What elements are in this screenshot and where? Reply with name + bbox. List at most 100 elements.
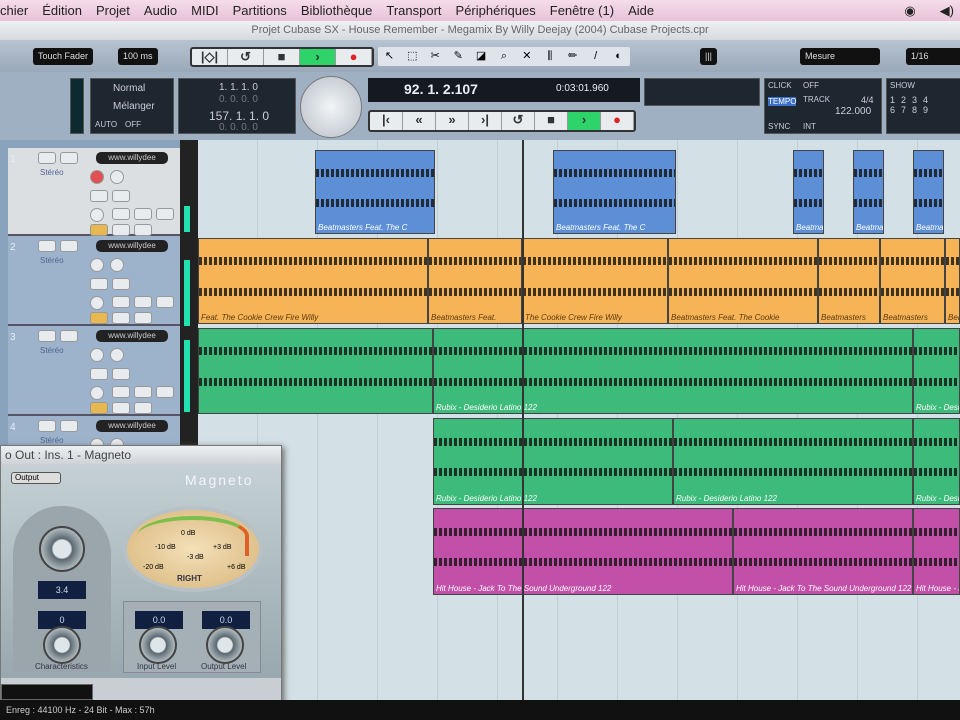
- audio-event[interactable]: Beatmasters Feat. The C: [315, 150, 435, 234]
- track-name[interactable]: www.willydee: [96, 420, 168, 432]
- input-level-knob[interactable]: [139, 626, 177, 664]
- audio-event[interactable]: The Cookie Crew Fire Willy: [522, 238, 668, 324]
- range-tool-icon[interactable]: ⬚: [401, 47, 424, 66]
- click-button[interactable]: CLICK: [768, 81, 792, 90]
- go-start-icon[interactable]: |‹: [370, 112, 403, 130]
- track-header[interactable]: 2 www.willydee Stéréo: [8, 236, 180, 326]
- wifi-icon[interactable]: ◉: [904, 3, 915, 19]
- track-header[interactable]: 1 www.willydee Stéréo: [8, 148, 180, 236]
- output-button[interactable]: Output: [11, 472, 61, 484]
- lock-icon[interactable]: [90, 312, 108, 324]
- drive-knob[interactable]: [39, 526, 85, 572]
- lanes-button[interactable]: [134, 402, 152, 414]
- stop-icon[interactable]: ■: [535, 112, 568, 130]
- inserts-button[interactable]: [112, 208, 130, 220]
- sends-button[interactable]: [156, 386, 174, 398]
- lanes-button[interactable]: [134, 312, 152, 324]
- cycle-mode[interactable]: Mélanger: [113, 101, 155, 112]
- eq-button[interactable]: [134, 386, 152, 398]
- arrange-window[interactable]: Beatmasters Feat. The C Beatmasters Feat.…: [198, 140, 960, 700]
- timewarp-tool-icon[interactable]: ⫼: [538, 47, 561, 66]
- sends-button[interactable]: [156, 296, 174, 308]
- audio-event[interactable]: Rubix - Desiderio Latino 122: [913, 418, 960, 505]
- plugin-preset-field[interactable]: [1, 684, 93, 700]
- mute-tool-icon[interactable]: ✕: [515, 47, 538, 66]
- menu-item[interactable]: Bibliothèque: [301, 3, 373, 18]
- play-tool-icon[interactable]: ◐: [607, 47, 630, 66]
- line-tool-icon[interactable]: /: [584, 47, 607, 66]
- jog-shuttle-wheel[interactable]: [300, 76, 362, 138]
- timebase-button[interactable]: [112, 402, 130, 414]
- playback-cursor[interactable]: [522, 140, 524, 700]
- track-name[interactable]: www.willydee: [96, 240, 168, 252]
- split-tool-icon[interactable]: ✂: [424, 47, 447, 66]
- eraser-tool-icon[interactable]: ◪: [470, 47, 493, 66]
- solo-button[interactable]: [60, 240, 78, 252]
- lock-icon[interactable]: [90, 224, 108, 236]
- read-automation-button[interactable]: [90, 278, 108, 290]
- read-automation-button[interactable]: [90, 190, 108, 202]
- stop-icon[interactable]: ■: [264, 49, 300, 65]
- grid-select[interactable]: Mesure: [800, 48, 880, 65]
- punch-icon[interactable]: |◇|: [192, 49, 228, 65]
- monitor-icon[interactable]: [110, 258, 124, 272]
- arrow-tool-icon[interactable]: ↖: [378, 47, 401, 66]
- audio-event[interactable]: Hit House - Jack To The Sound Undergroun…: [913, 508, 960, 595]
- cycle-icon[interactable]: ↺: [228, 49, 264, 65]
- timebase-button[interactable]: [112, 224, 130, 236]
- record-enable-icon[interactable]: [90, 258, 104, 272]
- plugin-title[interactable]: o Out : Ins. 1 - Magneto: [1, 446, 281, 464]
- read-automation-button[interactable]: [90, 368, 108, 380]
- menu-item[interactable]: Projet: [96, 3, 130, 18]
- audio-event[interactable]: Beatmasters Feat. The C: [913, 150, 944, 234]
- edit-channel-icon[interactable]: [90, 296, 104, 310]
- position-time[interactable]: 0:03:01.960: [556, 83, 609, 94]
- right-locator[interactable]: 157. 1. 1. 0: [209, 109, 269, 123]
- write-automation-button[interactable]: [112, 278, 130, 290]
- mute-button[interactable]: [38, 420, 56, 432]
- show-markers-button[interactable]: SHOW: [890, 81, 915, 90]
- audio-event[interactable]: Beatmasters Feat. The C: [853, 150, 884, 234]
- write-automation-button[interactable]: [112, 368, 130, 380]
- cycle-icon[interactable]: ↺: [502, 112, 535, 130]
- lock-icon[interactable]: [90, 402, 108, 414]
- menu-item[interactable]: Édition: [42, 3, 82, 18]
- mute-button[interactable]: [38, 152, 56, 164]
- menu-item[interactable]: Fenêtre (1): [550, 3, 614, 18]
- left-locator[interactable]: 1. 1. 1. 0: [219, 82, 258, 93]
- quantize-select[interactable]: 1/16: [906, 48, 960, 65]
- automation-mode-select[interactable]: Touch Fader: [33, 48, 94, 65]
- sends-button[interactable]: [156, 208, 174, 220]
- audio-event[interactable]: Rubix - Desiderio Latino 122: [433, 418, 673, 505]
- edit-channel-icon[interactable]: [90, 386, 104, 400]
- glue-tool-icon[interactable]: ✎: [447, 47, 470, 66]
- audio-event[interactable]: Feat. The Cookie Crew Fire Willy: [198, 238, 428, 324]
- menu-item[interactable]: Transport: [386, 3, 441, 18]
- output-level-knob[interactable]: [206, 626, 244, 664]
- tempo-button[interactable]: TEMPO: [768, 97, 797, 106]
- inserts-button[interactable]: [112, 296, 130, 308]
- record-icon[interactable]: ●: [336, 49, 372, 65]
- audio-event[interactable]: Beatmasters Feat. The C: [793, 150, 824, 234]
- menu-item[interactable]: Périphériques: [456, 3, 536, 18]
- solo-button[interactable]: [60, 330, 78, 342]
- track-name[interactable]: www.willydee: [96, 330, 168, 342]
- volume-icon[interactable]: ◀): [940, 3, 954, 19]
- edit-channel-icon[interactable]: [90, 208, 104, 222]
- record-enable-icon[interactable]: [90, 348, 104, 362]
- menu-item[interactable]: MIDI: [191, 3, 218, 18]
- menu-item[interactable]: Partitions: [233, 3, 287, 18]
- menu-item[interactable]: Aide: [628, 3, 654, 18]
- track-header[interactable]: 3 www.willydee Stéréo: [8, 326, 180, 416]
- track-name[interactable]: www.willydee: [96, 152, 168, 164]
- auto-quantize[interactable]: AUTO: [95, 120, 117, 129]
- audio-event[interactable]: Hit House - Jack To The Sound Undergroun…: [433, 508, 733, 595]
- characteristics-knob[interactable]: [43, 626, 81, 664]
- audio-event[interactable]: Beatmasters: [818, 238, 880, 324]
- snap-select[interactable]: |||: [700, 48, 718, 65]
- forward-icon[interactable]: »: [436, 112, 469, 130]
- inserts-button[interactable]: [112, 386, 130, 398]
- rewind-icon[interactable]: «: [403, 112, 436, 130]
- record-icon[interactable]: ●: [601, 112, 634, 130]
- write-automation-button[interactable]: [112, 190, 130, 202]
